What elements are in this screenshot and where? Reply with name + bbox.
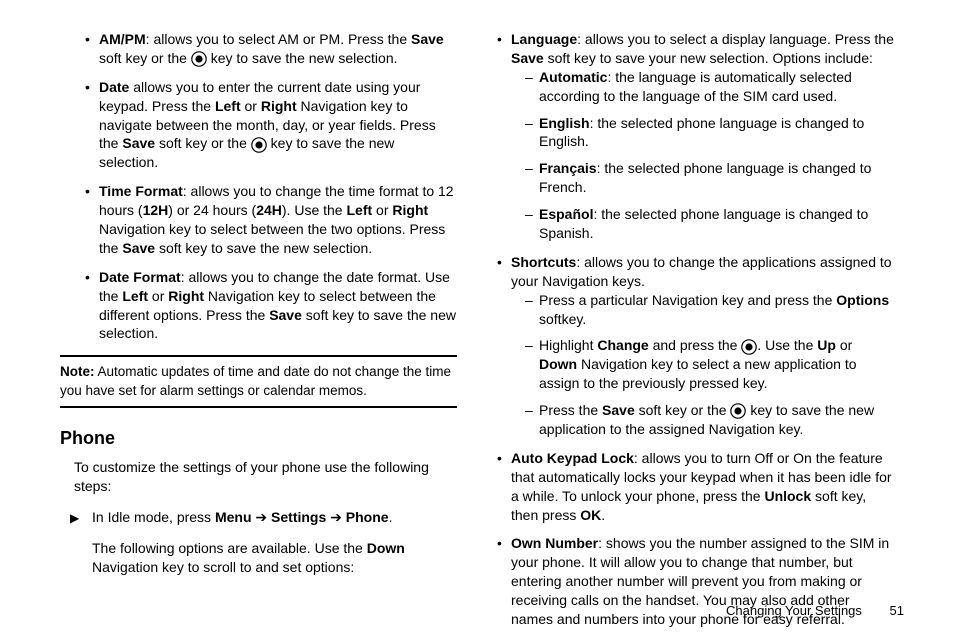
ok-key-icon	[730, 403, 746, 419]
lang-automatic: Automatic: the language is automatically…	[525, 68, 894, 106]
page-number: 51	[890, 603, 904, 618]
shortcut-step-2: Highlight Change and press the . Use the…	[525, 336, 894, 393]
phone-heading: Phone	[60, 426, 457, 450]
lang-english: English: the selected phone language is …	[525, 114, 894, 152]
shortcut-step-3: Press the Save soft key or the key to sa…	[525, 401, 894, 439]
bullet-language: Language: allows you to select a display…	[497, 30, 894, 243]
step-continuation: The following options are available. Use…	[92, 539, 457, 577]
footer-section: Changing Your Settings	[726, 603, 862, 618]
right-column: Language: allows you to select a display…	[477, 30, 914, 586]
note-box: Note: Automatic updates of time and date…	[60, 355, 457, 407]
step-idle-mode: In Idle mode, press Menu ➔ Settings ➔ Ph…	[70, 508, 457, 527]
ok-key-icon	[741, 339, 757, 355]
bullet-time-format: Time Format: allows you to change the ti…	[85, 182, 457, 258]
ok-key-icon	[251, 137, 267, 153]
lang-francais: Français: the selected phone language is…	[525, 159, 894, 197]
bullet-am-pm: AM/PM: allows you to select AM or PM. Pr…	[85, 30, 457, 68]
bullet-date: Date allows you to enter the current dat…	[85, 78, 457, 172]
bullet-auto-keypad-lock: Auto Keypad Lock: allows you to turn Off…	[497, 449, 894, 525]
lang-espanol: Español: the selected phone language is …	[525, 205, 894, 243]
page-footer: Changing Your Settings 51	[726, 603, 904, 618]
shortcut-step-1: Press a particular Navigation key and pr…	[525, 291, 894, 329]
note-label: Note:	[60, 364, 95, 379]
note-text: Automatic updates of time and date do no…	[60, 364, 451, 397]
bullet-date-format: Date Format: allows you to change the da…	[85, 268, 457, 344]
bullet-shortcuts: Shortcuts: allows you to change the appl…	[497, 253, 894, 439]
page: AM/PM: allows you to select AM or PM. Pr…	[0, 0, 954, 636]
phone-intro: To customize the settings of your phone …	[74, 458, 457, 496]
left-column: AM/PM: allows you to select AM or PM. Pr…	[40, 30, 477, 586]
ok-key-icon	[191, 51, 207, 67]
